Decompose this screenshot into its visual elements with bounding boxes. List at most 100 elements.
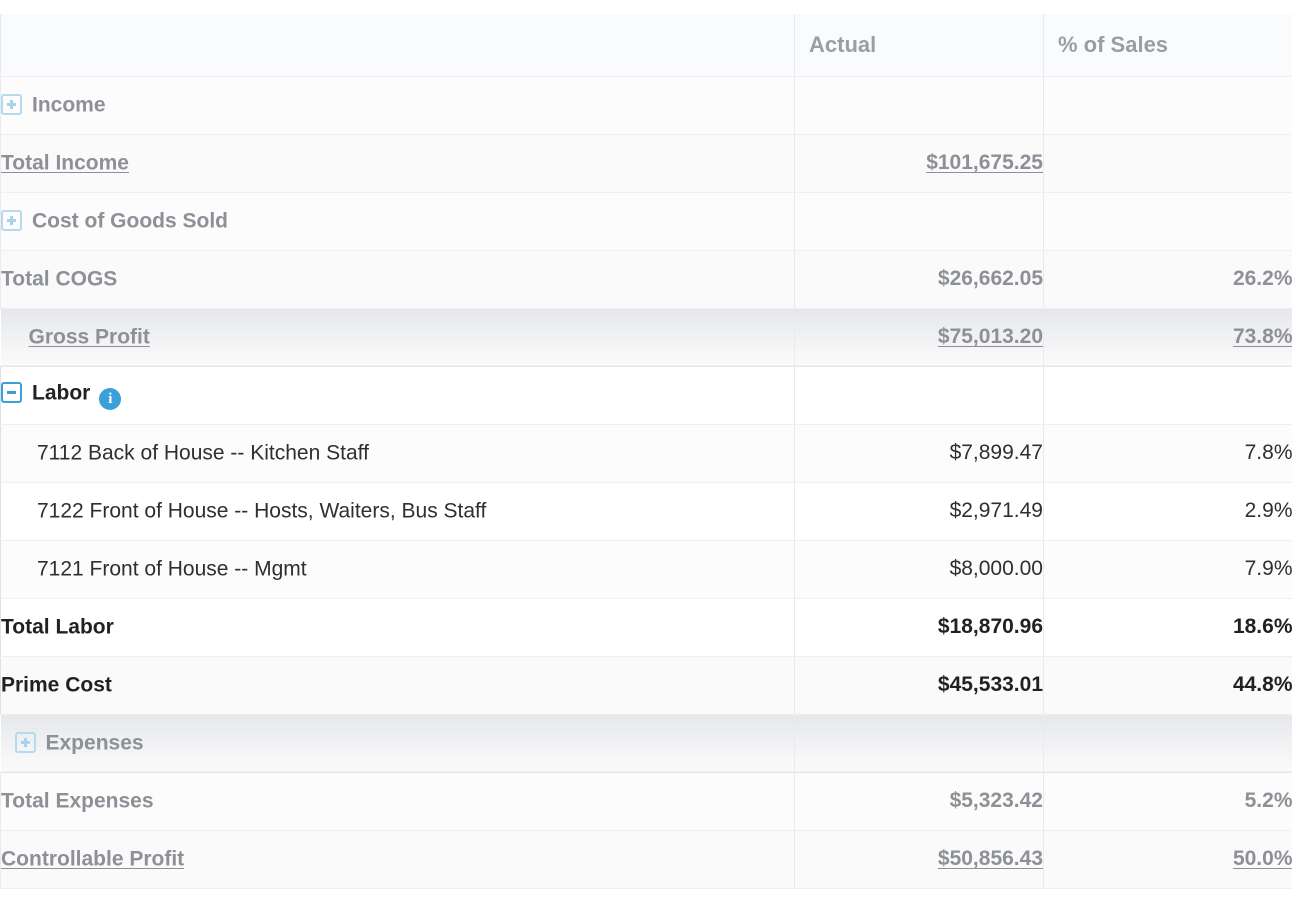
row-pct-of-sales-cell[interactable]: 44.8% <box>1044 656 1292 714</box>
row-actual-value: $5,323.42 <box>950 789 1043 812</box>
row-label: Cost of Goods Sold <box>32 209 228 232</box>
row-pct-of-sales-value: 73.8% <box>1233 325 1292 348</box>
row-pct-of-sales-cell[interactable]: 26.2% <box>1044 250 1292 308</box>
row-pct-of-sales-cell[interactable]: 7.8% <box>1044 424 1292 482</box>
row-actual-value: $50,856.43 <box>938 847 1043 870</box>
column-header-pct-of-sales[interactable]: % of Sales <box>1044 14 1292 76</box>
table-row[interactable]: Controllable Profit $50,856.43 50.0% <box>1 830 1292 888</box>
row-actual-cell[interactable]: $26,662.05 <box>795 250 1044 308</box>
row-label-cell: Total Income <box>1 134 795 192</box>
table-row[interactable]: 7112 Back of House -- Kitchen Staff $7,89… <box>1 424 1292 482</box>
row-pct-of-sales-cell[interactable]: 5.2% <box>1044 772 1292 830</box>
row-actual-cell[interactable]: $75,013.20 <box>795 308 1044 366</box>
table-row[interactable]: Total Labor $18,870.9618.6% <box>1 598 1292 656</box>
row-actual-cell[interactable]: $2,971.49 <box>795 482 1044 540</box>
row-actual-cell <box>795 192 1044 250</box>
row-pct-of-sales-value: 7.8% <box>1245 441 1292 464</box>
table-row[interactable]: Labori <box>1 366 1292 424</box>
row-pct-of-sales-cell[interactable]: 7.9% <box>1044 540 1292 598</box>
column-header-label <box>1 14 795 76</box>
row-label[interactable]: Controllable Profit <box>1 847 184 870</box>
table-header: Actual % of Sales <box>1 14 1292 76</box>
info-circle-icon[interactable]: i <box>99 388 121 410</box>
row-label-cell: Expenses <box>1 714 795 772</box>
row-actual-cell[interactable]: $50,856.43 <box>795 830 1044 888</box>
row-label-cell: 7112 Back of House -- Kitchen Staff <box>1 424 795 482</box>
row-actual-value: $2,971.49 <box>950 499 1043 522</box>
row-pct-of-sales-value: 26.2% <box>1233 267 1292 290</box>
row-label[interactable]: Total Income <box>1 151 129 174</box>
row-actual-cell <box>795 76 1044 134</box>
row-label-cell: Controllable Profit <box>1 830 795 888</box>
row-actual-value: $26,662.05 <box>938 267 1043 290</box>
row-actual-value: $45,533.01 <box>938 673 1043 696</box>
table-header-row: Actual % of Sales <box>1 14 1292 76</box>
row-actual-cell[interactable]: $5,323.42 <box>795 772 1044 830</box>
row-actual-cell <box>795 366 1044 424</box>
row-label: Labor <box>32 381 90 404</box>
row-label: Expenses <box>46 731 144 754</box>
row-label: 7121 Front of House -- Mgmt <box>37 557 307 580</box>
row-label-cell: Total Labor <box>1 598 795 656</box>
row-actual-cell[interactable]: $18,870.96 <box>795 598 1044 656</box>
profit-and-loss-table: Actual % of Sales Income Total Income $101… <box>0 14 1292 889</box>
expand-income-toggle[interactable] <box>1 94 22 115</box>
row-label[interactable]: Gross Profit <box>29 325 150 348</box>
row-label: 7122 Front of House -- Hosts, Waiters, B… <box>37 499 486 522</box>
row-label-cell: Total Expenses <box>1 772 795 830</box>
report-table-scroll-area[interactable]: Actual % of Sales Income Total Income $101… <box>0 14 1292 889</box>
row-pct-of-sales-cell <box>1044 714 1292 772</box>
row-actual-cell <box>795 714 1044 772</box>
expand-expenses-toggle[interactable] <box>15 732 36 753</box>
row-label-cell: Cost of Goods Sold <box>1 192 795 250</box>
row-label-cell: Labori <box>1 366 795 424</box>
row-label: Total Labor <box>1 615 114 638</box>
column-header-actual[interactable]: Actual <box>795 14 1044 76</box>
row-actual-value: $101,675.25 <box>926 151 1043 174</box>
table-row[interactable]: Expenses <box>1 714 1292 772</box>
row-label-cell: Prime Cost <box>1 656 795 714</box>
row-label-cell: 7121 Front of House -- Mgmt <box>1 540 795 598</box>
row-pct-of-sales-value: 2.9% <box>1245 499 1292 522</box>
table-body: Income Total Income $101,675.25 Cost of Goo… <box>1 76 1292 888</box>
table-row[interactable]: Prime Cost $45,533.01 44.8% <box>1 656 1292 714</box>
table-row[interactable]: Income <box>1 76 1292 134</box>
table-row[interactable]: Cost of Goods Sold <box>1 192 1292 250</box>
table-row[interactable]: Total COGS $26,662.05 26.2% <box>1 250 1292 308</box>
profit-and-loss-report: Actual % of Sales Income Total Income $101… <box>0 0 1292 916</box>
row-actual-value: $8,000.00 <box>950 557 1043 580</box>
row-actual-value: $7,899.47 <box>950 441 1043 464</box>
row-pct-of-sales-value: 7.9% <box>1245 557 1292 580</box>
row-pct-of-sales-cell[interactable]: 50.0% <box>1044 830 1292 888</box>
row-actual-value: $75,013.20 <box>938 325 1043 348</box>
row-pct-of-sales-cell <box>1044 76 1292 134</box>
row-pct-of-sales-cell[interactable]: 2.9% <box>1044 482 1292 540</box>
row-pct-of-sales-value: 50.0% <box>1233 847 1292 870</box>
row-label: Prime Cost <box>1 673 112 696</box>
table-row[interactable]: 7121 Front of House -- Mgmt $8,000.00 7.9% <box>1 540 1292 598</box>
collapse-labor-toggle[interactable] <box>1 382 22 403</box>
table-row[interactable]: 7122 Front of House -- Hosts, Waiters, B… <box>1 482 1292 540</box>
row-pct-of-sales-cell <box>1044 366 1292 424</box>
row-pct-of-sales-value: 44.8% <box>1233 673 1292 696</box>
row-label: 7112 Back of House -- Kitchen Staff <box>37 441 369 464</box>
row-pct-of-sales-cell <box>1044 134 1292 192</box>
row-pct-of-sales-cell <box>1044 192 1292 250</box>
row-label-cell: 7122 Front of House -- Hosts, Waiters, B… <box>1 482 795 540</box>
table-row[interactable]: Total Income $101,675.25 <box>1 134 1292 192</box>
expand-cost-of-goods-sold-toggle[interactable] <box>1 210 22 231</box>
row-label: Total COGS <box>1 267 117 290</box>
row-actual-value: $18,870.96 <box>938 615 1043 638</box>
row-pct-of-sales-cell[interactable]: 73.8% <box>1044 308 1292 366</box>
row-actual-cell[interactable]: $45,533.01 <box>795 656 1044 714</box>
row-actual-cell[interactable]: $8,000.00 <box>795 540 1044 598</box>
row-pct-of-sales-value: 5.2% <box>1245 789 1292 812</box>
row-pct-of-sales-cell[interactable]: 18.6% <box>1044 598 1292 656</box>
row-label-cell: Gross Profit <box>1 308 795 366</box>
table-row[interactable]: Gross Profit $75,013.20 73.8% <box>1 308 1292 366</box>
row-actual-cell[interactable]: $7,899.47 <box>795 424 1044 482</box>
row-label: Income <box>32 93 106 116</box>
table-row[interactable]: Total Expenses $5,323.42 5.2% <box>1 772 1292 830</box>
row-actual-cell[interactable]: $101,675.25 <box>795 134 1044 192</box>
row-label-cell: Income <box>1 76 795 134</box>
